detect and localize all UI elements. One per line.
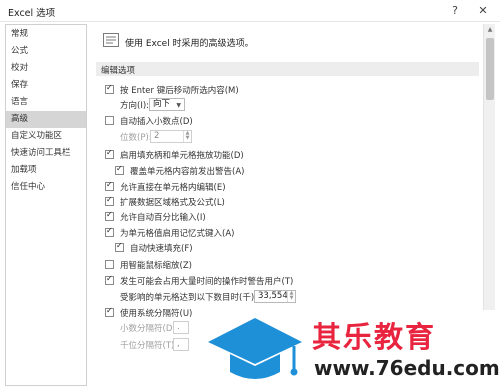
sidebar-item-advanced[interactable]: 高级 [6,111,86,128]
warn-slow-label: 发生可能会占用大量时间的操作时警告用户(T) [120,277,294,287]
window-title: Excel 选项 [8,8,56,19]
move-after-enter-checkbox[interactable] [105,83,114,94]
spin-arrows-icon: ▲ ▼ [183,131,191,142]
watermark: 其乐教育 www.76edu.com [200,310,500,388]
direction-value: 向下 [153,99,171,109]
edit-in-cell-label: 允许直接在单元格内编辑(E) [120,183,226,193]
graduation-cap-logo [208,318,302,379]
auto-decimal-checkbox[interactable] [105,116,114,125]
edit-in-cell-checkbox[interactable] [105,180,114,191]
section-title: 编辑选项 [101,66,136,76]
decimal-separator-input[interactable]: . [173,321,189,334]
cells-affected-stepper[interactable]: 33,554 ▲ ▼ [254,290,296,303]
thousands-separator-label: 千位分隔符(T): [120,341,178,351]
places-value: 2 [154,131,160,141]
sidebar-item-add-ins[interactable]: 加载项 [6,162,86,179]
sidebar-item-customize-ribbon[interactable]: 自定义功能区 [6,128,86,145]
extend-formats-label: 扩展数据区域格式及公式(L) [120,198,225,208]
chevron-down-icon: ▼ [176,102,181,109]
autocomplete-label: 为单元格值启用记忆式键入(A) [120,229,235,239]
scrollbar-thumb[interactable] [486,38,494,100]
direction-label: 方向(I): [120,101,150,111]
zoom-roll-label: 用智能鼠标缩放(Z) [120,261,192,271]
sidebar-item-language[interactable]: 语言 [6,94,86,111]
watermark-url: www.76edu.com [314,356,500,380]
flash-fill-checkbox[interactable] [115,241,124,252]
decimal-separator-label: 小数分隔符(D): [120,324,179,334]
move-after-enter-label: 按 Enter 键后移动所选内容(M) [120,86,239,96]
autocomplete-checkbox[interactable] [105,226,114,237]
auto-percent-label: 允许自动百分比输入(I) [120,213,206,223]
direction-select[interactable]: 向下 ▼ [149,98,185,111]
system-separators-checkbox[interactable] [105,306,114,317]
section-editing-options: 编辑选项 [96,62,479,76]
thousands-separator-value: , [177,339,180,349]
overwrite-alert-checkbox[interactable] [115,164,124,175]
watermark-brand: 其乐教育 [312,320,437,354]
sidebar-item-general[interactable]: 常规 [6,26,86,43]
options-sidebar: 常规 公式 校对 保存 语言 高级 自定义功能区 快速访问工具栏 加载项 信任中… [5,24,87,386]
overwrite-alert-label: 覆盖单元格内容前发出警告(A) [130,167,245,177]
decimal-separator-value: . [177,322,180,332]
thousands-separator-input[interactable]: , [173,338,189,351]
system-separators-label: 使用系统分隔符(U) [120,309,193,319]
places-label: 位数(P): [120,133,152,143]
flash-fill-label: 自动快速填充(F) [130,244,193,254]
sidebar-item-quick-access-toolbar[interactable]: 快速访问工具栏 [6,145,86,162]
fill-handle-label: 启用填充柄和单元格拖放功能(D) [120,151,244,161]
help-button[interactable]: ? [446,2,464,20]
warn-slow-checkbox[interactable] [105,274,114,285]
sidebar-item-formulas[interactable]: 公式 [6,43,86,60]
auto-percent-checkbox[interactable] [105,210,114,221]
scroll-up-icon[interactable]: ▲ [484,24,496,36]
cells-affected-label: 受影响的单元格达到以下数目时(千)(U): [120,293,270,303]
panel-description: 使用 Excel 时采用的高级选项。 [125,39,254,49]
zoom-roll-checkbox[interactable] [105,260,114,269]
spin-arrows-icon: ▲ ▼ [287,291,295,302]
title-bar: Excel 选项 ? ✕ [0,0,500,22]
auto-decimal-label: 自动插入小数点(D) [120,117,193,127]
places-stepper[interactable]: 2 ▲ ▼ [150,130,192,143]
options-icon [103,33,119,47]
cells-affected-value: 33,554 [258,291,288,301]
sidebar-item-trust-center[interactable]: 信任中心 [6,179,86,196]
extend-formats-checkbox[interactable] [105,195,114,206]
close-button[interactable]: ✕ [474,2,492,20]
sidebar-item-proofing[interactable]: 校对 [6,60,86,77]
sidebar-item-save[interactable]: 保存 [6,77,86,94]
fill-handle-checkbox[interactable] [105,148,114,159]
